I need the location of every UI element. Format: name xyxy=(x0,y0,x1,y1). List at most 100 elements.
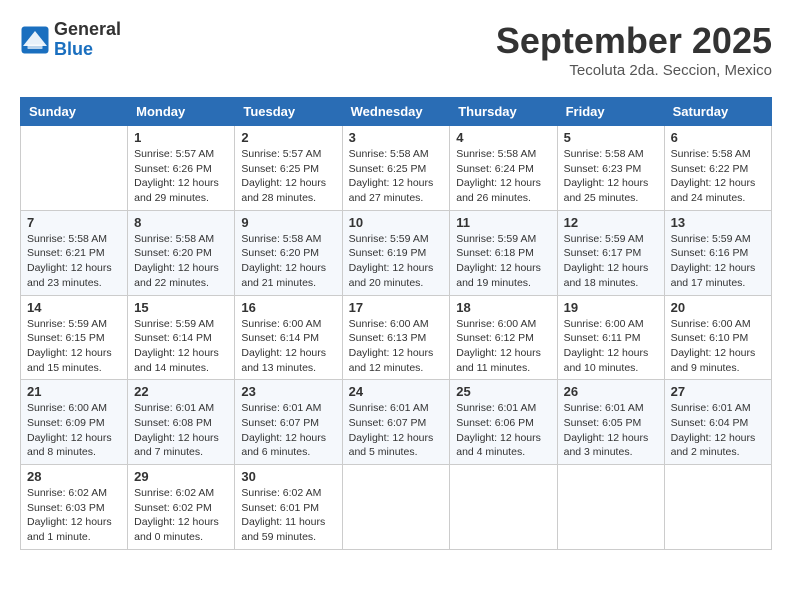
calendar-cell: 28 Sunrise: 6:02 AM Sunset: 6:03 PM Dayli… xyxy=(21,465,128,550)
day-info: Sunrise: 6:02 AM Sunset: 6:02 PM Dayligh… xyxy=(134,486,228,545)
day-info: Sunrise: 5:59 AM Sunset: 6:19 PM Dayligh… xyxy=(349,232,444,291)
day-number: 21 xyxy=(27,384,121,399)
calendar-cell: 17 Sunrise: 6:00 AM Sunset: 6:13 PM Dayli… xyxy=(342,295,450,380)
day-number: 12 xyxy=(564,215,658,230)
weekday-header: Sunday xyxy=(21,98,128,126)
day-info: Sunrise: 6:00 AM Sunset: 6:11 PM Dayligh… xyxy=(564,317,658,376)
day-info: Sunrise: 5:58 AM Sunset: 6:23 PM Dayligh… xyxy=(564,147,658,206)
day-number: 29 xyxy=(134,469,228,484)
day-info: Sunrise: 5:58 AM Sunset: 6:20 PM Dayligh… xyxy=(134,232,228,291)
day-info: Sunrise: 5:59 AM Sunset: 6:17 PM Dayligh… xyxy=(564,232,658,291)
day-info: Sunrise: 6:00 AM Sunset: 6:10 PM Dayligh… xyxy=(671,317,765,376)
logo: General Blue xyxy=(20,20,121,60)
day-info: Sunrise: 6:01 AM Sunset: 6:07 PM Dayligh… xyxy=(241,401,335,460)
weekday-header: Tuesday xyxy=(235,98,342,126)
day-number: 28 xyxy=(27,469,121,484)
day-info: Sunrise: 6:01 AM Sunset: 6:04 PM Dayligh… xyxy=(671,401,765,460)
day-info: Sunrise: 6:00 AM Sunset: 6:09 PM Dayligh… xyxy=(27,401,121,460)
calendar-cell: 6 Sunrise: 5:58 AM Sunset: 6:22 PM Daylig… xyxy=(664,126,771,211)
calendar-cell: 7 Sunrise: 5:58 AM Sunset: 6:21 PM Daylig… xyxy=(21,210,128,295)
calendar-cell: 12 Sunrise: 5:59 AM Sunset: 6:17 PM Dayli… xyxy=(557,210,664,295)
calendar-cell: 26 Sunrise: 6:01 AM Sunset: 6:05 PM Dayli… xyxy=(557,380,664,465)
calendar-table: SundayMondayTuesdayWednesdayThursdayFrid… xyxy=(20,97,772,550)
day-info: Sunrise: 6:02 AM Sunset: 6:03 PM Dayligh… xyxy=(27,486,121,545)
calendar-header: SundayMondayTuesdayWednesdayThursdayFrid… xyxy=(21,98,772,126)
calendar-row: 7 Sunrise: 5:58 AM Sunset: 6:21 PM Daylig… xyxy=(21,210,772,295)
calendar-cell: 21 Sunrise: 6:00 AM Sunset: 6:09 PM Dayli… xyxy=(21,380,128,465)
calendar-row: 14 Sunrise: 5:59 AM Sunset: 6:15 PM Dayli… xyxy=(21,295,772,380)
day-info: Sunrise: 6:00 AM Sunset: 6:13 PM Dayligh… xyxy=(349,317,444,376)
calendar-cell xyxy=(21,126,128,211)
calendar-cell: 2 Sunrise: 5:57 AM Sunset: 6:25 PM Daylig… xyxy=(235,126,342,211)
day-number: 6 xyxy=(671,130,765,145)
day-number: 17 xyxy=(349,300,444,315)
calendar-cell xyxy=(450,465,557,550)
day-info: Sunrise: 6:01 AM Sunset: 6:05 PM Dayligh… xyxy=(564,401,658,460)
title-section: September 2025 Tecoluta 2da. Seccion, Me… xyxy=(496,20,772,79)
day-number: 27 xyxy=(671,384,765,399)
day-info: Sunrise: 5:58 AM Sunset: 6:25 PM Dayligh… xyxy=(349,147,444,206)
day-info: Sunrise: 6:01 AM Sunset: 6:07 PM Dayligh… xyxy=(349,401,444,460)
location-title: Tecoluta 2da. Seccion, Mexico xyxy=(496,62,772,79)
day-number: 3 xyxy=(349,130,444,145)
day-info: Sunrise: 5:59 AM Sunset: 6:14 PM Dayligh… xyxy=(134,317,228,376)
day-number: 23 xyxy=(241,384,335,399)
calendar-cell: 3 Sunrise: 5:58 AM Sunset: 6:25 PM Daylig… xyxy=(342,126,450,211)
day-info: Sunrise: 5:57 AM Sunset: 6:25 PM Dayligh… xyxy=(241,147,335,206)
weekday-header: Wednesday xyxy=(342,98,450,126)
calendar-cell: 16 Sunrise: 6:00 AM Sunset: 6:14 PM Dayli… xyxy=(235,295,342,380)
month-title: September 2025 xyxy=(496,20,772,62)
day-number: 26 xyxy=(564,384,658,399)
calendar-cell: 19Sunrise: 6:00 AM Sunset: 6:11 PM Dayli… xyxy=(557,295,664,380)
calendar-cell: 25 Sunrise: 6:01 AM Sunset: 6:06 PM Dayli… xyxy=(450,380,557,465)
day-number: 13 xyxy=(671,215,765,230)
calendar-cell: 14 Sunrise: 5:59 AM Sunset: 6:15 PM Dayli… xyxy=(21,295,128,380)
calendar-row: 21 Sunrise: 6:00 AM Sunset: 6:09 PM Dayli… xyxy=(21,380,772,465)
weekday-header: Saturday xyxy=(664,98,771,126)
day-info: Sunrise: 5:58 AM Sunset: 6:22 PM Dayligh… xyxy=(671,147,765,206)
weekday-header: Monday xyxy=(128,98,235,126)
calendar-cell: 20 Sunrise: 6:00 AM Sunset: 6:10 PM Dayli… xyxy=(664,295,771,380)
day-info: Sunrise: 5:57 AM Sunset: 6:26 PM Dayligh… xyxy=(134,147,228,206)
calendar-cell: 15 Sunrise: 5:59 AM Sunset: 6:14 PM Dayli… xyxy=(128,295,235,380)
calendar-cell: 9Sunrise: 5:58 AM Sunset: 6:20 PM Daylig… xyxy=(235,210,342,295)
weekday-header: Friday xyxy=(557,98,664,126)
logo-icon xyxy=(20,25,50,55)
calendar-cell: 18Sunrise: 6:00 AM Sunset: 6:12 PM Dayli… xyxy=(450,295,557,380)
day-info: Sunrise: 6:01 AM Sunset: 6:08 PM Dayligh… xyxy=(134,401,228,460)
day-number: 5 xyxy=(564,130,658,145)
calendar-body: 1Sunrise: 5:57 AM Sunset: 6:26 PM Daylig… xyxy=(21,126,772,550)
calendar-cell: 29 Sunrise: 6:02 AM Sunset: 6:02 PM Dayli… xyxy=(128,465,235,550)
calendar-cell: 23 Sunrise: 6:01 AM Sunset: 6:07 PM Dayli… xyxy=(235,380,342,465)
calendar-cell xyxy=(664,465,771,550)
calendar-cell: 5 Sunrise: 5:58 AM Sunset: 6:23 PM Daylig… xyxy=(557,126,664,211)
day-info: Sunrise: 5:59 AM Sunset: 6:15 PM Dayligh… xyxy=(27,317,121,376)
day-number: 7 xyxy=(27,215,121,230)
day-number: 15 xyxy=(134,300,228,315)
calendar-cell: 10 Sunrise: 5:59 AM Sunset: 6:19 PM Dayli… xyxy=(342,210,450,295)
day-number: 2 xyxy=(241,130,335,145)
calendar-row: 28 Sunrise: 6:02 AM Sunset: 6:03 PM Dayli… xyxy=(21,465,772,550)
day-number: 16 xyxy=(241,300,335,315)
calendar-cell: 13Sunrise: 5:59 AM Sunset: 6:16 PM Dayli… xyxy=(664,210,771,295)
calendar-cell: 4Sunrise: 5:58 AM Sunset: 6:24 PM Daylig… xyxy=(450,126,557,211)
weekday-header: Thursday xyxy=(450,98,557,126)
day-number: 10 xyxy=(349,215,444,230)
calendar-cell: 24Sunrise: 6:01 AM Sunset: 6:07 PM Dayli… xyxy=(342,380,450,465)
calendar-cell: 30Sunrise: 6:02 AM Sunset: 6:01 PM Dayli… xyxy=(235,465,342,550)
day-info: Sunrise: 6:02 AM Sunset: 6:01 PM Dayligh… xyxy=(241,486,335,545)
calendar-cell: 1Sunrise: 5:57 AM Sunset: 6:26 PM Daylig… xyxy=(128,126,235,211)
day-number: 9 xyxy=(241,215,335,230)
day-number: 14 xyxy=(27,300,121,315)
calendar-row: 1Sunrise: 5:57 AM Sunset: 6:26 PM Daylig… xyxy=(21,126,772,211)
day-info: Sunrise: 6:01 AM Sunset: 6:06 PM Dayligh… xyxy=(456,401,550,460)
day-number: 18 xyxy=(456,300,550,315)
calendar-cell: 27 Sunrise: 6:01 AM Sunset: 6:04 PM Dayli… xyxy=(664,380,771,465)
logo-line1: General xyxy=(54,19,121,39)
day-number: 25 xyxy=(456,384,550,399)
day-info: Sunrise: 5:58 AM Sunset: 6:21 PM Dayligh… xyxy=(27,232,121,291)
day-info: Sunrise: 6:00 AM Sunset: 6:14 PM Dayligh… xyxy=(241,317,335,376)
day-number: 20 xyxy=(671,300,765,315)
day-number: 4 xyxy=(456,130,550,145)
calendar-cell: 8Sunrise: 5:58 AM Sunset: 6:20 PM Daylig… xyxy=(128,210,235,295)
